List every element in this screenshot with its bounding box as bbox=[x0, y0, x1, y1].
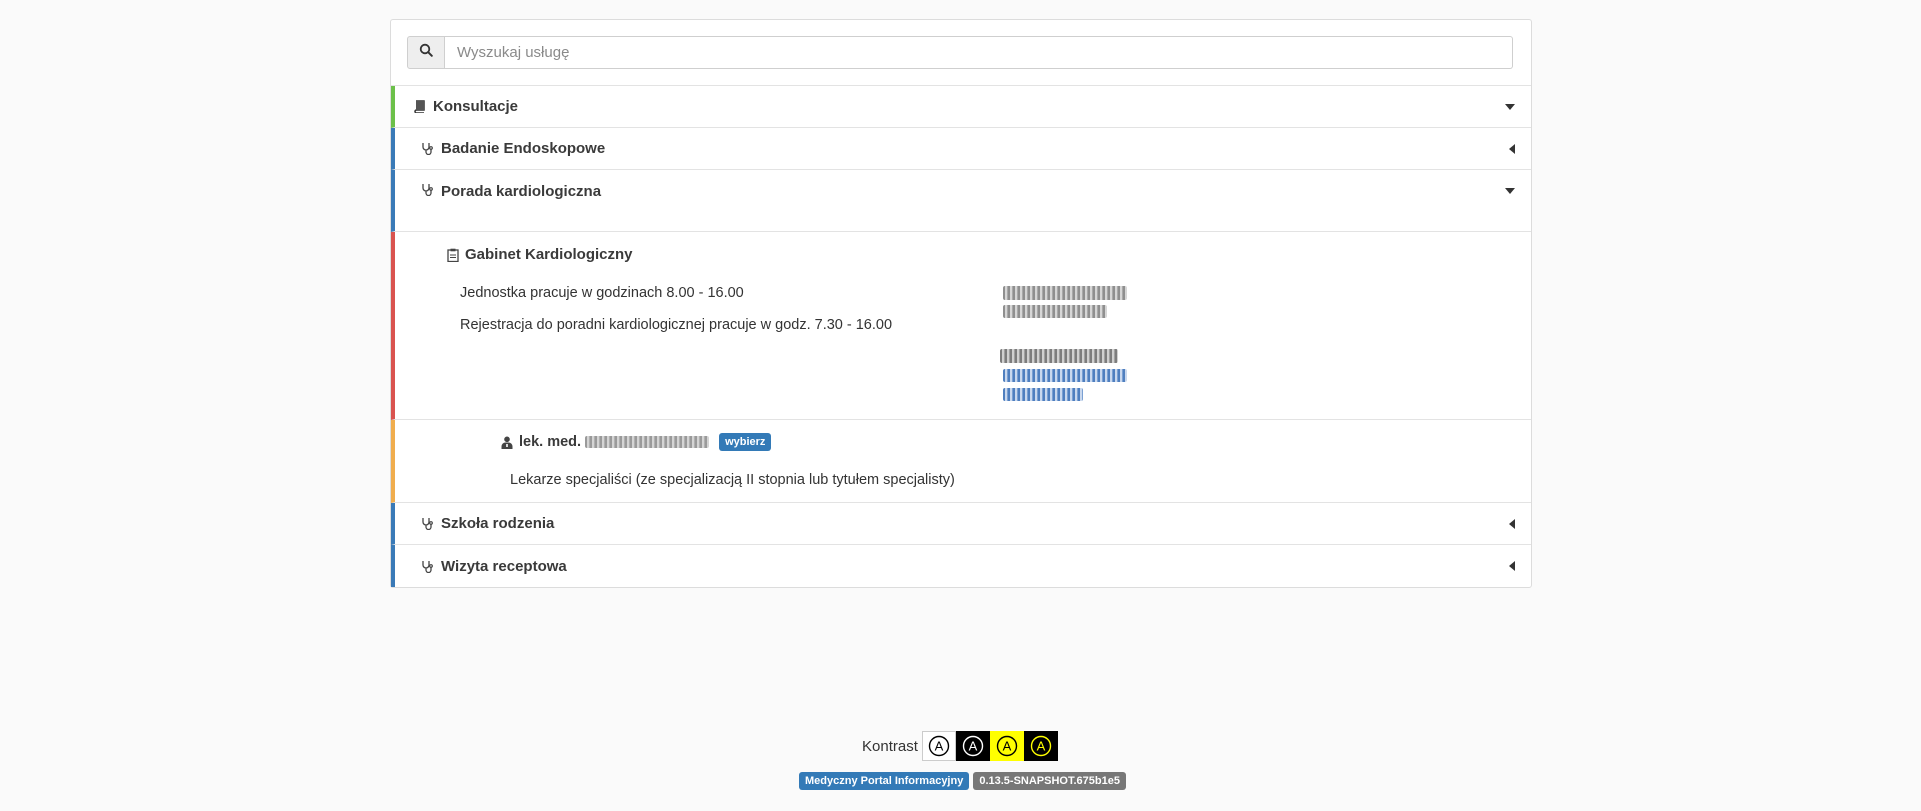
version-badge: 0.13.5-SNAPSHOT.675b1e5 bbox=[973, 772, 1126, 790]
contrast-glyph: A bbox=[1037, 739, 1046, 754]
redacted-email-link[interactable] bbox=[1003, 369, 1127, 382]
contrast-default-button[interactable]: A bbox=[921, 731, 956, 761]
service-label: Szkoła rodzenia bbox=[441, 515, 555, 532]
service-porada-kardiologiczna[interactable]: Porada kardiologiczna bbox=[391, 170, 1531, 232]
choose-doctor-button[interactable]: wybierz bbox=[719, 433, 772, 451]
redacted-contact bbox=[1003, 305, 1107, 318]
chevron-down-icon[interactable] bbox=[1505, 188, 1515, 194]
redacted-contact bbox=[1003, 286, 1127, 300]
contrast-black-white-button[interactable]: A bbox=[955, 731, 990, 761]
service-label: Wizyta receptowa bbox=[441, 557, 567, 575]
category-konsultacje[interactable]: Konsultacje bbox=[391, 86, 1531, 128]
service-label: Badanie Endoskopowe bbox=[441, 140, 606, 157]
unit-title-text: Gabinet Kardiologiczny bbox=[465, 246, 633, 263]
unit-hours: Jednostka pracuje w godzinach 8.00 - 16.… bbox=[460, 285, 744, 301]
footer-badges: Medyczny Portal Informacyjny 0.13.5-SNAP… bbox=[799, 772, 1130, 790]
app-name-badge: Medyczny Portal Informacyjny bbox=[799, 772, 970, 790]
contrast-switcher: Kontrast A A A A bbox=[862, 731, 1058, 761]
redacted-doctor-name bbox=[585, 436, 710, 448]
service-label: Porada kardiologiczna bbox=[441, 183, 602, 200]
category-label: Konsultacje bbox=[433, 98, 519, 115]
service-szkola-rodzenia[interactable]: Szkoła rodzenia bbox=[391, 503, 1531, 545]
contrast-glyph: A bbox=[1003, 739, 1012, 754]
doctor-description: Lekarze specjaliści (ze specjalizacją II… bbox=[510, 472, 955, 488]
doctor-name: lek. med. wybierz bbox=[501, 433, 772, 451]
clipboard-icon bbox=[447, 248, 459, 262]
contrast-glyph: A bbox=[935, 739, 944, 754]
services-panel: Konsultacje Badanie Endoskopowe Porada k… bbox=[390, 19, 1532, 588]
stethoscope-icon bbox=[421, 142, 434, 155]
stethoscope-icon bbox=[421, 517, 434, 530]
contrast-glyph: A bbox=[969, 739, 978, 754]
book-icon bbox=[413, 100, 426, 113]
redacted-contact bbox=[1000, 349, 1118, 363]
search-icon bbox=[419, 43, 433, 62]
search-button[interactable] bbox=[407, 36, 445, 69]
contrast-black-yellow-button[interactable]: A bbox=[1023, 731, 1058, 761]
doctor-icon bbox=[501, 436, 513, 449]
chevron-left-icon[interactable] bbox=[1509, 144, 1515, 154]
chevron-left-icon[interactable] bbox=[1509, 561, 1515, 571]
chevron-left-icon[interactable] bbox=[1509, 519, 1515, 529]
contrast-label: Kontrast bbox=[862, 737, 918, 755]
search-bar bbox=[391, 20, 1531, 86]
stethoscope-icon bbox=[421, 560, 434, 573]
chevron-down-icon[interactable] bbox=[1505, 104, 1515, 110]
service-wizyta-receptowa[interactable]: Wizyta receptowa bbox=[391, 545, 1531, 587]
service-badanie-endoskopowe[interactable]: Badanie Endoskopowe bbox=[391, 128, 1531, 170]
unit-gabinet-kardiologiczny: Gabinet Kardiologiczny Jednostka pracuje… bbox=[391, 232, 1531, 420]
unit-title: Gabinet Kardiologiczny bbox=[447, 246, 633, 263]
contrast-yellow-black-button[interactable]: A bbox=[989, 731, 1024, 761]
unit-registration: Rejestracja do poradni kardiologicznej p… bbox=[460, 317, 893, 333]
search-input[interactable] bbox=[445, 36, 1513, 69]
redacted-email-link[interactable] bbox=[1003, 388, 1083, 401]
doctor-row: lek. med. wybierz Lekarze specjaliści (z… bbox=[391, 420, 1531, 503]
doctor-prefix: lek. med. bbox=[519, 434, 582, 450]
stethoscope-icon bbox=[421, 183, 434, 196]
